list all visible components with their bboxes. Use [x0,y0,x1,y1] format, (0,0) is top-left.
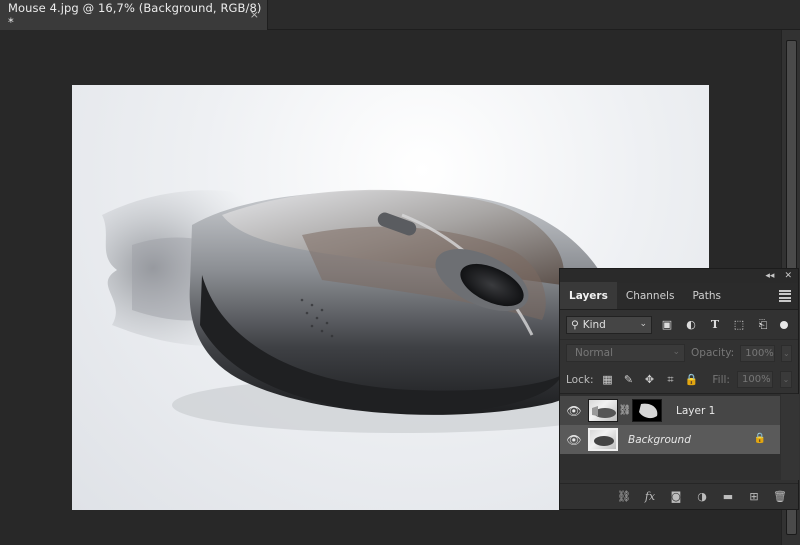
document-tab-bar: Mouse 4.jpg @ 16,7% (Background, RGB/8) … [0,0,800,30]
filter-kind-label: Kind [582,318,606,331]
lock-pixels-icon[interactable]: ✎ [621,373,635,387]
tab-layers[interactable]: Layers [560,282,617,309]
fill-field[interactable]: 100% [736,371,773,388]
blend-mode-select[interactable]: Normal ⌄ [566,344,686,362]
blend-row: Normal ⌄ Opacity: 100% ⌄ [560,339,798,366]
close-icon[interactable]: × [250,8,259,21]
thumbnail-mouse-icon [594,436,614,446]
lock-label: Lock: [566,373,594,386]
chevron-down-icon: ⌄ [639,318,647,329]
layer-row-selected[interactable]: 👁 Background 🔒 [560,425,780,454]
lock-position-icon[interactable]: ✥ [642,373,656,387]
panel-header-strip: ◂◂ ✕ [560,269,798,283]
lock-artboard-icon[interactable]: ⌗ [663,373,677,387]
fill-label: Fill: [712,373,730,386]
opacity-label: Opacity: [691,347,735,359]
panel-tabs: Layers Channels Paths [560,282,798,310]
search-icon: ⚲ [571,318,579,331]
layer-name[interactable]: Layer 1 [676,405,715,417]
shape-filter-icon[interactable]: ⬚ [730,316,748,334]
eye-icon[interactable]: 👁 [560,433,588,447]
layers-panel: ◂◂ ✕ Layers Channels Paths ⚲ Kind ⌄ ▣ ◐ … [559,268,799,510]
eye-icon[interactable]: 👁 [560,404,588,418]
trash-icon[interactable]: 🗑 [772,489,788,505]
layer-filter-row: ⚲ Kind ⌄ ▣ ◐ T ⬚ ⎗ [560,310,798,339]
type-filter-icon[interactable]: T [706,316,724,334]
group-folder-icon[interactable]: ▬ [720,489,736,505]
layer-thumbnail[interactable] [588,399,618,422]
mask-link-icon[interactable]: ⛓ [618,405,632,416]
smart-object-filter-icon[interactable]: ⎗ [754,316,772,334]
thumbnail-mouse-icon [592,406,616,418]
mask-shape-icon [639,403,658,419]
chevron-down-icon[interactable]: ⌄ [780,344,792,362]
lock-transparency-icon[interactable]: ▦ [600,373,614,387]
layer-row[interactable]: 👁 ⛓ Layer 1 [560,396,780,425]
lock-all-icon[interactable]: 🔒 [684,373,699,387]
lock-row: Lock: ▦ ✎ ✥ ⌗ 🔒 Fill: 100% ⌄ [560,366,798,394]
panel-bottom-toolbar: ⛓ fx ◙ ◑ ▬ ⊞ 🗑 [560,483,798,509]
document-tab[interactable]: Mouse 4.jpg @ 16,7% (Background, RGB/8) … [0,0,268,30]
new-layer-icon[interactable]: ⊞ [746,489,762,505]
image-filter-icon[interactable]: ▣ [658,316,676,334]
chevron-down-icon[interactable]: ⌄ [779,371,792,388]
collapse-panel-icon[interactable]: ◂◂ [765,271,774,281]
layers-list: 👁 ⛓ Layer 1 👁 Background 🔒 [560,394,799,480]
tab-channels[interactable]: Channels [617,282,684,309]
document-title: Mouse 4.jpg @ 16,7% (Background, RGB/8) … [8,1,262,29]
link-layers-icon[interactable]: ⛓ [616,489,632,505]
blend-mode-value: Normal [575,347,613,359]
layer-name[interactable]: Background [628,434,691,446]
filter-kind-select[interactable]: ⚲ Kind ⌄ [566,315,652,334]
background-thumbnail[interactable] [588,428,618,451]
tab-paths[interactable]: Paths [683,282,730,309]
lock-icon[interactable]: 🔒 [754,433,766,444]
filter-toggle[interactable] [780,320,788,329]
layer-mask-thumbnail[interactable] [632,399,662,422]
opacity-field[interactable]: 100% [740,344,775,362]
adjustment-layer-icon[interactable]: ◑ [694,489,710,505]
layers-scrollbar[interactable] [781,394,799,480]
panel-menu-icon[interactable] [779,289,791,303]
chevron-down-icon: ⌄ [672,347,681,357]
close-panel-icon[interactable]: ✕ [784,271,792,281]
fx-icon[interactable]: fx [642,489,658,505]
add-mask-icon[interactable]: ◙ [668,489,684,505]
adjustment-filter-icon[interactable]: ◐ [682,316,700,334]
